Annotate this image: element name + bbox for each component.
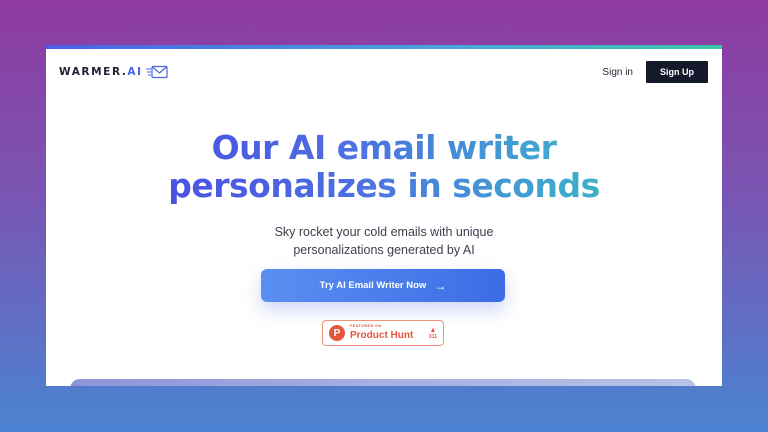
hero-title-line-1: Our AI email writer (211, 128, 557, 167)
upvote-triangle-icon: ▲ (429, 326, 437, 334)
nav-actions: Sign in Sign Up (602, 61, 708, 83)
app-preview-image (70, 379, 696, 386)
browser-page: WARMER.AI Sign in Sign Up Our AI email w… (46, 45, 722, 386)
hero-title: Our AI email writer personalizes in seco… (46, 129, 722, 205)
logo[interactable]: WARMER.AI (59, 65, 168, 79)
logo-text: WARMER.AI (59, 66, 143, 78)
logo-brand: WARMER. (59, 66, 128, 78)
arrow-right-icon: → (434, 278, 447, 293)
hero-subtitle-line-2: personalizations generated by AI (293, 243, 475, 257)
hero-subtitle-line-1: Sky rocket your cold emails with unique (274, 225, 494, 239)
product-hunt-name: Product Hunt (350, 329, 414, 341)
product-hunt-badge[interactable]: P FEATURED ON Product Hunt ▲ 311 (322, 320, 444, 346)
hero-subtitle: Sky rocket your cold emails with unique … (46, 223, 722, 259)
envelope-icon (145, 65, 168, 79)
try-ai-email-writer-button[interactable]: Try AI Email Writer Now → (261, 269, 505, 302)
product-hunt-votes: ▲ 311 (429, 327, 437, 340)
navbar: WARMER.AI Sign in Sign Up (46, 49, 722, 95)
hero-section: Our AI email writer personalizes in seco… (46, 129, 722, 259)
sign-in-link[interactable]: Sign in (602, 67, 633, 78)
product-hunt-vote-count: 311 (428, 333, 437, 340)
product-hunt-featured-label: FEATURED ON (350, 324, 382, 329)
hero-title-line-2: personalizes in seconds (168, 166, 600, 205)
product-hunt-text: FEATURED ON Product Hunt (350, 324, 414, 341)
cta-label: Try AI Email Writer Now (319, 280, 427, 291)
logo-brand-accent: AI (127, 66, 143, 78)
sign-up-button[interactable]: Sign Up (646, 61, 708, 83)
product-hunt-logo-icon: P (329, 325, 345, 341)
